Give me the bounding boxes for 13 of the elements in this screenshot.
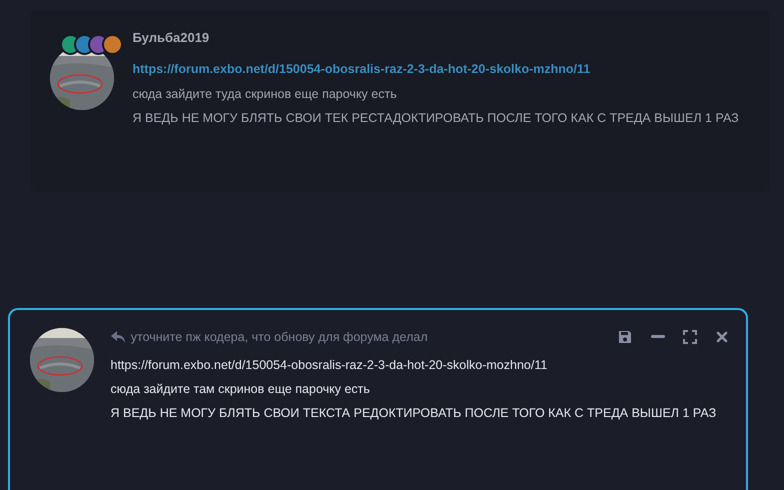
close-icon[interactable] [716,331,728,344]
editor-text[interactable]: https://forum.exbo.net/d/150054-obosralis-raz-2-3-da-hot-20-skolko-mozhno/11 [110,353,726,377]
editor-text[interactable]: Я ВЕДЬ НЕ МОГУ БЛЯТЬ СВОИ ТЕКСТА РЕДОКТИРОВАТЬ ПОСЛЕ ТОГО КАК С ТРЕДА ВЫШЕЛ 1 РАЗ [110,401,726,425]
editor-text[interactable]: сюда зайдите там скринов еще парочку есть [110,377,726,401]
reply-icon [110,331,124,344]
fullscreen-icon[interactable] [683,330,698,344]
save-icon[interactable] [618,330,632,344]
post-text: сюда зайдите туда скринов еще парочку есть [132,86,398,103]
post-link[interactable]: https://forum.exbo.net/d/150054-obosralis-raz-2-3-da-hot-20-skolko-mzhno/11 [132,60,739,79]
minimize-icon[interactable] [650,335,664,340]
author-name[interactable]: Бульба2019 [132,28,739,48]
post-text: Я ВЕДЬ НЕ МОГУ БЛЯТЬ СВОИ ТЕК РЕСТАДОКТИРОВАТЬ ПОСЛЕ ТОГО КАК С ТРЕДА ВЫШЕЛ 1 РАЗ [132,110,739,127]
reply-to-title[interactable]: уточните пж кодера, что обнову для форума делал [130,328,428,347]
